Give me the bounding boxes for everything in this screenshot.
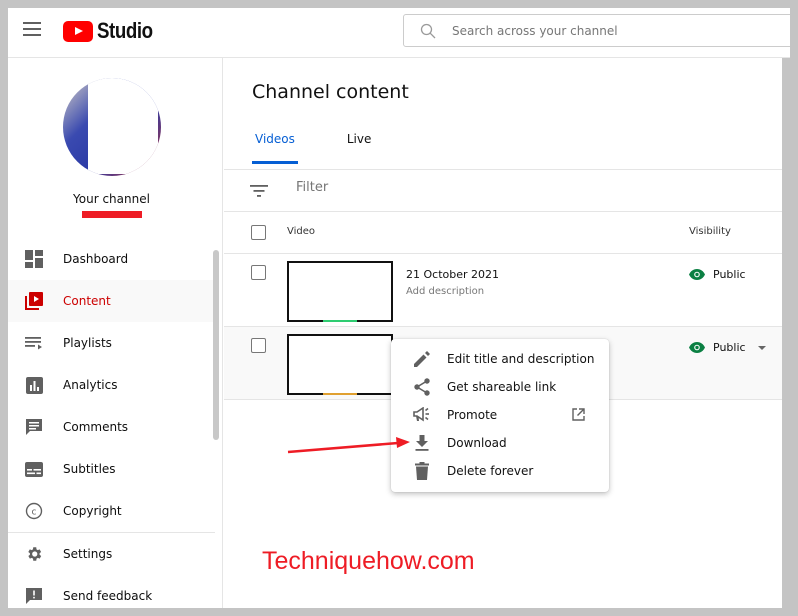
youtube-play-icon — [63, 20, 93, 42]
sidebar-item-analytics[interactable]: Analytics — [8, 364, 215, 406]
menu-item-label: Edit title and description — [447, 352, 595, 366]
share-icon — [412, 377, 432, 397]
video-thumbnail[interactable] — [287, 334, 393, 395]
menu-item-label: Download — [447, 436, 507, 450]
dashboard-icon — [22, 247, 46, 271]
menu-hamburger-icon[interactable] — [23, 22, 41, 36]
sidebar-item-label: Send feedback — [63, 589, 153, 603]
sidebar-item-playlists[interactable]: Playlists — [8, 322, 215, 364]
column-header-video: Video — [287, 226, 316, 237]
page-title: Channel content — [252, 81, 409, 103]
tab-videos[interactable]: Videos — [252, 132, 298, 169]
content-tabs: Videos Live — [252, 132, 420, 169]
menu-item-delete[interactable]: Delete forever — [391, 457, 609, 485]
studio-logo[interactable]: Studio — [63, 18, 162, 44]
channel-label: Your channel — [73, 192, 150, 206]
main-scrollbar[interactable] — [782, 58, 790, 608]
table-header: Video Visibility — [224, 212, 790, 254]
sidebar-item-label: Subtitles — [63, 462, 116, 476]
sidebar-item-label: Content — [63, 294, 111, 308]
channel-avatar[interactable] — [63, 78, 161, 176]
video-options-menu: Edit title and description Get shareable… — [391, 339, 609, 492]
sidebar-item-comments[interactable]: Comments — [8, 406, 215, 448]
thumbnail-progress-bar — [323, 319, 357, 322]
visibility-status[interactable]: Public — [689, 341, 766, 354]
analytics-icon — [22, 373, 46, 397]
megaphone-icon — [412, 405, 432, 425]
copyright-icon: c — [22, 499, 46, 523]
menu-item-download[interactable]: Download — [391, 429, 609, 457]
video-date: 21 October 2021 — [406, 268, 500, 281]
filter-input[interactable] — [296, 180, 596, 195]
menu-item-label: Get shareable link — [447, 380, 557, 394]
search-icon — [420, 23, 436, 39]
visibility-dropdown-caret[interactable] — [757, 345, 766, 350]
table-row[interactable]: 21 October 2021 Add description Public — [224, 254, 790, 327]
gear-icon — [22, 542, 46, 566]
tab-live[interactable]: Live — [344, 132, 375, 169]
sidebar-item-subtitles[interactable]: Subtitles — [8, 448, 215, 490]
annotation-arrow — [287, 437, 410, 454]
sidebar-item-dashboard[interactable]: Dashboard — [8, 238, 215, 280]
sidebar-nav: Dashboard Content Playlists Analytics Co… — [8, 238, 215, 608]
feedback-icon — [22, 584, 46, 608]
select-all-checkbox[interactable] — [251, 225, 266, 240]
sidebar-item-copyright[interactable]: c Copyright — [8, 490, 215, 532]
comments-icon — [22, 415, 46, 439]
visibility-status[interactable]: Public — [689, 268, 746, 281]
eye-icon — [689, 342, 705, 353]
main-content: Channel content Videos Live Video Visibi… — [224, 58, 790, 608]
sidebar-item-settings[interactable]: Settings — [8, 533, 215, 575]
menu-item-label: Delete forever — [447, 464, 534, 478]
sidebar-item-label: Dashboard — [63, 252, 129, 266]
redacted-channel-name — [82, 211, 142, 218]
sidebar-scrollbar[interactable] — [213, 250, 219, 440]
sidebar-item-label: Analytics — [63, 378, 118, 392]
playlists-icon — [22, 331, 46, 355]
video-thumbnail[interactable] — [287, 261, 393, 322]
visibility-label: Public — [713, 268, 746, 281]
sidebar-item-label: Copyright — [63, 504, 122, 518]
content-icon — [22, 289, 46, 313]
visibility-label: Public — [713, 341, 746, 354]
sidebar-item-send-feedback[interactable]: Send feedback — [8, 575, 215, 608]
search-box[interactable] — [403, 14, 790, 47]
external-link-icon — [572, 408, 585, 421]
add-description-link[interactable]: Add description — [406, 286, 484, 297]
sidebar-item-label: Settings — [63, 547, 113, 561]
watermark-text: Techniquehow.com — [262, 547, 475, 575]
thumbnail-progress-bar — [323, 392, 357, 395]
filter-bar — [224, 170, 790, 212]
menu-item-label: Promote — [447, 408, 498, 422]
trash-icon — [412, 461, 432, 481]
menu-item-edit-title[interactable]: Edit title and description — [391, 345, 609, 373]
menu-item-share[interactable]: Get shareable link — [391, 373, 609, 401]
sidebar-item-label: Comments — [63, 420, 129, 434]
row-checkbox[interactable] — [251, 265, 266, 280]
row-checkbox[interactable] — [251, 338, 266, 353]
search-input[interactable] — [452, 15, 782, 46]
sidebar-item-content[interactable]: Content — [8, 280, 215, 322]
menu-item-promote[interactable]: Promote — [391, 401, 609, 429]
eye-icon — [689, 269, 705, 280]
pencil-icon — [412, 349, 432, 369]
sidebar: Your channel Dashboard Content Playlists — [8, 58, 223, 608]
app-name: Studio — [97, 18, 153, 43]
subtitles-icon — [22, 457, 46, 481]
column-header-visibility: Visibility — [689, 226, 731, 237]
sidebar-item-label: Playlists — [63, 336, 112, 350]
top-bar: Studio — [8, 8, 790, 58]
filter-icon[interactable] — [250, 184, 268, 198]
svg-text:c: c — [32, 508, 37, 518]
app-window: Studio Your channel Dashboard — [8, 8, 790, 608]
